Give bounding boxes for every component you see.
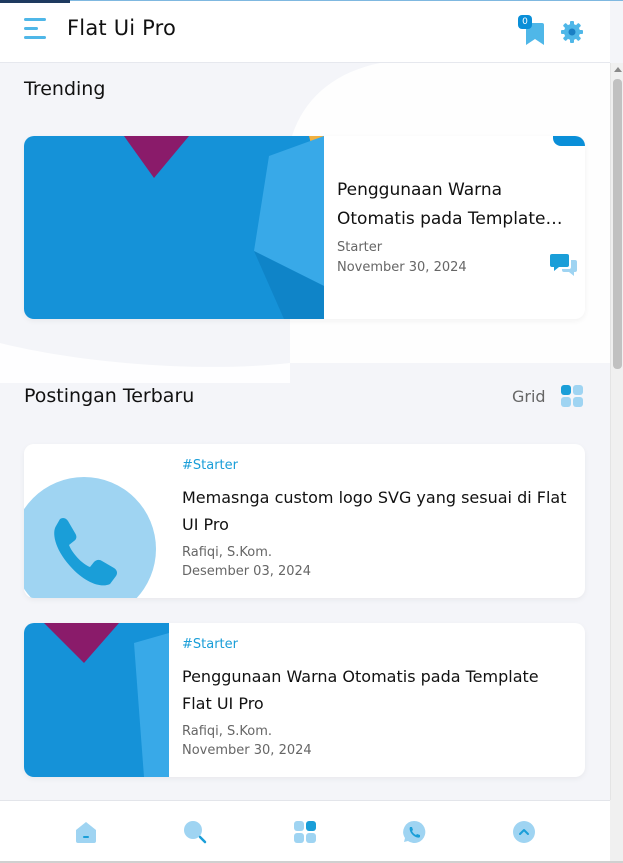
scrollbar-corner — [610, 800, 623, 863]
trending-card[interactable]: Penggunaan Warna Otomatis pada Template … — [24, 136, 585, 319]
trending-image — [24, 136, 324, 319]
post-date: Desember 03, 2024 — [182, 564, 312, 579]
nav-categories-button[interactable] — [292, 819, 318, 845]
post-card[interactable]: #Starter Memasnga custom logo SVG yang s… — [24, 444, 585, 598]
post-tag-link[interactable]: #Starter — [182, 458, 238, 473]
app-header: Flat Ui Pro 0 — [0, 0, 610, 63]
bookmark-count-badge: 0 — [518, 15, 532, 29]
phone-thumbnail — [24, 444, 169, 598]
scroll-progress-bar — [0, 0, 70, 3]
home-icon — [76, 822, 96, 843]
trending-corner-tag — [553, 136, 585, 146]
site-title[interactable]: Flat Ui Pro — [67, 16, 176, 40]
post-date: November 30, 2024 — [182, 743, 312, 758]
settings-button[interactable] — [560, 20, 584, 44]
gear-icon — [561, 21, 583, 43]
post-tag-link[interactable]: #Starter — [182, 637, 238, 652]
top-accent-line — [0, 0, 623, 1]
paper-thumbnail — [24, 623, 169, 777]
trending-post-category: Starter — [337, 240, 383, 255]
trending-post-title[interactable]: Penggunaan Warna Otomatis pada Template … — [337, 176, 577, 234]
scroll-up-arrow-icon[interactable] — [614, 67, 622, 72]
post-title[interactable]: Memasnga custom logo SVG yang sesuai di … — [182, 484, 572, 538]
whatsapp-icon — [403, 820, 426, 843]
nav-search-button[interactable] — [182, 819, 208, 845]
main-content: Trending Penggunaan Warna Otomatis pada … — [0, 63, 610, 800]
post-card[interactable]: #Starter Penggunaan Warna Otomatis pada … — [24, 623, 585, 777]
grid-icon — [560, 385, 583, 407]
grid-view-toggle[interactable]: Grid — [512, 384, 584, 408]
bookmark-button[interactable]: 0 — [518, 15, 544, 45]
post-title[interactable]: Penggunaan Warna Otomatis pada Template … — [182, 663, 572, 717]
grid-toggle-label: Grid — [512, 386, 546, 406]
post-author: Rafiqi, S.Kom. — [182, 545, 273, 560]
trending-post-date: November 30, 2024 — [337, 260, 467, 275]
comments-icon[interactable] — [550, 252, 578, 278]
nav-whatsapp-button[interactable] — [401, 819, 427, 845]
scrollbar-thumb[interactable] — [613, 79, 622, 369]
hamburger-icon[interactable] — [24, 18, 50, 42]
post-author: Rafiqi, S.Kom. — [182, 724, 273, 739]
latest-posts-heading: Postingan Terbaru — [24, 385, 195, 407]
nav-home-button[interactable] — [73, 819, 99, 845]
back-to-top-icon — [513, 821, 535, 843]
trending-heading: Trending — [24, 78, 106, 100]
nav-back-to-top-button[interactable] — [511, 819, 537, 845]
bottom-navigation — [0, 800, 610, 863]
search-icon — [184, 821, 207, 844]
vertical-scrollbar[interactable] — [610, 63, 623, 800]
grid-icon — [294, 821, 316, 843]
